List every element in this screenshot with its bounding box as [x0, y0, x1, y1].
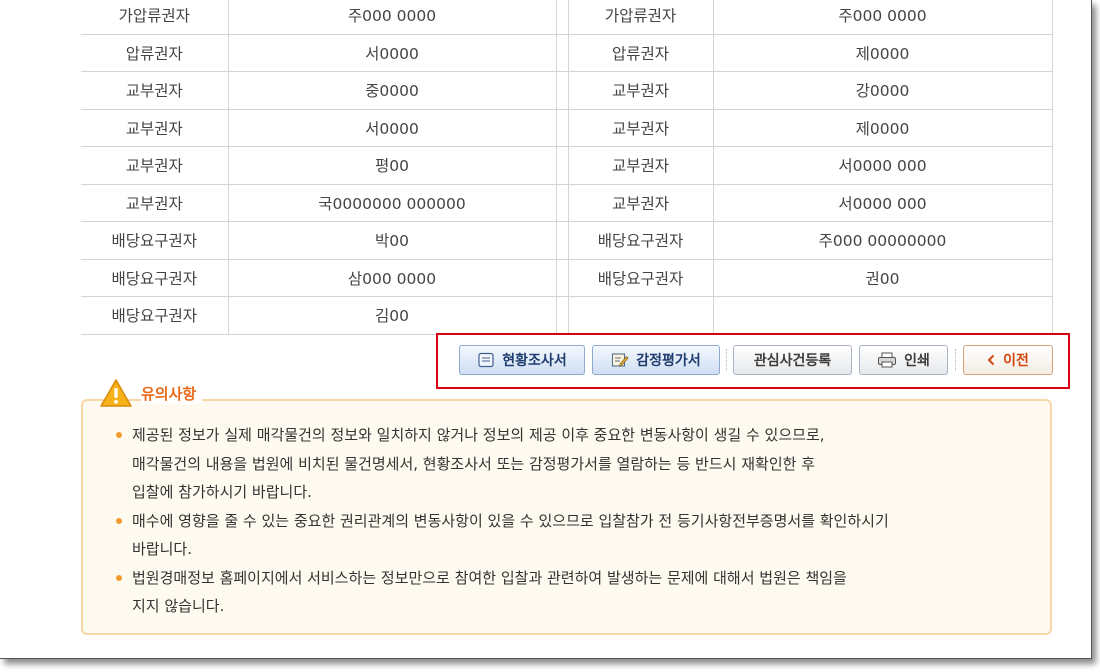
divider: [726, 349, 728, 371]
right-type-cell: [568, 296, 714, 335]
left-name-cell: 박00: [228, 221, 557, 260]
left-type-cell: 배당요구권자: [81, 221, 229, 260]
table-row: 교부권자 서0000 교부권자 제0000: [81, 109, 1053, 147]
notice-item: 제공된 정보가 실제 매각물건의 정보와 일치하지 않거나 정보의 제공 이후 …: [113, 421, 1050, 507]
table-row: 교부권자 중0000 교부권자 강0000: [81, 71, 1053, 110]
notice-list: 제공된 정보가 실제 매각물건의 정보와 일치하지 않거나 정보의 제공 이후 …: [83, 401, 1050, 621]
register-interest-label: 관심사건등록: [753, 353, 832, 369]
right-name-cell: 강0000: [713, 71, 1053, 110]
document-icon: [478, 352, 494, 368]
right-type-cell: 교부권자: [568, 146, 714, 185]
warning-icon: [100, 379, 132, 407]
notice-item: 법원경매정보 홈페이지에서 서비스하는 정보만으로 참여한 입찰과 관련하여 발…: [113, 564, 1050, 621]
notice-header: 유의사항: [99, 376, 203, 410]
left-name-cell: 중0000: [228, 71, 557, 110]
gap-cell: [556, 109, 569, 147]
right-name-cell: 주000 00000000: [713, 221, 1053, 260]
left-name-cell: 김00: [228, 296, 557, 335]
left-name-cell: 국0000000 000000: [228, 184, 557, 222]
gap-cell: [556, 146, 569, 185]
notice-line: 매각물건의 내용을 법원에 비치된 물건명세서, 현황조사서 또는 감정평가서를…: [132, 454, 815, 473]
notice-box: 제공된 정보가 실제 매각물건의 정보와 일치하지 않거나 정보의 제공 이후 …: [81, 399, 1052, 635]
left-name-cell: 주000 0000: [228, 0, 557, 35]
right-name-cell: 제0000: [713, 109, 1053, 147]
gap-cell: [556, 184, 569, 222]
appraisal-button[interactable]: 감정평가서: [592, 345, 720, 375]
notice-item: 매수에 영향을 줄 수 있는 중요한 권리관계의 변동사항이 있을 수 있으므로…: [113, 507, 1050, 564]
notice-line: 지지 않습니다.: [132, 597, 225, 615]
left-type-cell: 배당요구권자: [81, 259, 229, 297]
print-label: 인쇄: [904, 353, 930, 369]
button-bar-highlight: 현황조사서 감정평가서 관심사건등록 인쇄 이전: [436, 333, 1070, 389]
right-name-cell: 서0000 000: [713, 146, 1053, 185]
right-type-cell: 교부권자: [568, 184, 714, 222]
gap-cell: [556, 221, 569, 260]
appraisal-label: 감정평가서: [636, 353, 701, 369]
divider: [955, 349, 957, 371]
prev-label: 이전: [1003, 353, 1029, 369]
gap-cell: [556, 259, 569, 297]
left-name-cell: 서0000: [228, 34, 557, 72]
rights-table: 가압류권자 주000 0000 가압류권자 주000 0000 압류권자 서0000 압류권…: [81, 0, 1053, 335]
table-row: 교부권자 국0000000 000000 교부권자 서0000 000: [81, 184, 1053, 222]
edit-document-icon: [612, 353, 629, 367]
notice-line: 법원경매정보 홈페이지에서 서비스하는 정보만으로 참여한 입찰과 관련하여 발…: [132, 568, 847, 587]
left-name-cell: 서0000: [228, 109, 557, 147]
gap-cell: [556, 71, 569, 110]
table-row: 교부권자 평00 교부권자 서0000 000: [81, 146, 1053, 185]
register-interest-button[interactable]: 관심사건등록: [733, 345, 852, 375]
left-type-cell: 교부권자: [81, 146, 229, 185]
right-name-cell: 권00: [713, 259, 1053, 297]
left-type-cell: 교부권자: [81, 184, 229, 222]
table-row: 배당요구권자 삼000 0000 배당요구권자 권00: [81, 259, 1053, 297]
left-type-cell: 교부권자: [81, 109, 229, 147]
right-type-cell: 교부권자: [568, 109, 714, 147]
right-name-cell: 제0000: [713, 34, 1053, 72]
right-type-cell: 가압류권자: [568, 0, 714, 35]
right-name-cell: [713, 296, 1053, 335]
gap-cell: [556, 34, 569, 72]
prev-button[interactable]: 이전: [963, 345, 1053, 375]
left-name-cell: 삼000 0000: [228, 259, 557, 297]
right-type-cell: 교부권자: [568, 71, 714, 110]
gap-cell: [556, 0, 569, 35]
status-report-label: 현황조사서: [502, 353, 567, 369]
notice-line: 매수에 영향을 줄 수 있는 중요한 권리관계의 변동사항이 있을 수 있으므로…: [132, 511, 889, 530]
gap-cell: [556, 296, 569, 335]
table-row: 배당요구권자 박00 배당요구권자 주000 00000000: [81, 221, 1053, 260]
table-row: 배당요구권자 김00: [81, 296, 1053, 335]
notice-line: 입찰에 참가하시기 바랍니다.: [132, 483, 312, 501]
left-name-cell: 평00: [228, 146, 557, 185]
chevron-left-icon: [987, 354, 995, 366]
print-button[interactable]: 인쇄: [859, 345, 948, 375]
left-type-cell: 압류권자: [81, 34, 229, 72]
status-report-button[interactable]: 현황조사서: [459, 345, 585, 375]
table-row: 압류권자 서0000 압류권자 제0000: [81, 34, 1053, 72]
right-type-cell: 압류권자: [568, 34, 714, 72]
right-type-cell: 배당요구권자: [568, 259, 714, 297]
left-type-cell: 교부권자: [81, 71, 229, 110]
right-name-cell: 서0000 000: [713, 184, 1053, 222]
notice-line: 제공된 정보가 실제 매각물건의 정보와 일치하지 않거나 정보의 제공 이후 …: [132, 426, 825, 444]
left-type-cell: 배당요구권자: [81, 296, 229, 335]
right-type-cell: 배당요구권자: [568, 221, 714, 260]
notice-line: 바랍니다.: [132, 540, 192, 558]
page-frame: 가압류권자 주000 0000 가압류권자 주000 0000 압류권자 서0000 압류권…: [0, 0, 1092, 659]
right-name-cell: 주000 0000: [713, 0, 1053, 35]
table-row: 가압류권자 주000 0000 가압류권자 주000 0000: [81, 0, 1053, 35]
printer-icon: [878, 352, 897, 368]
notice-title: 유의사항: [141, 382, 203, 404]
left-type-cell: 가압류권자: [81, 0, 229, 35]
